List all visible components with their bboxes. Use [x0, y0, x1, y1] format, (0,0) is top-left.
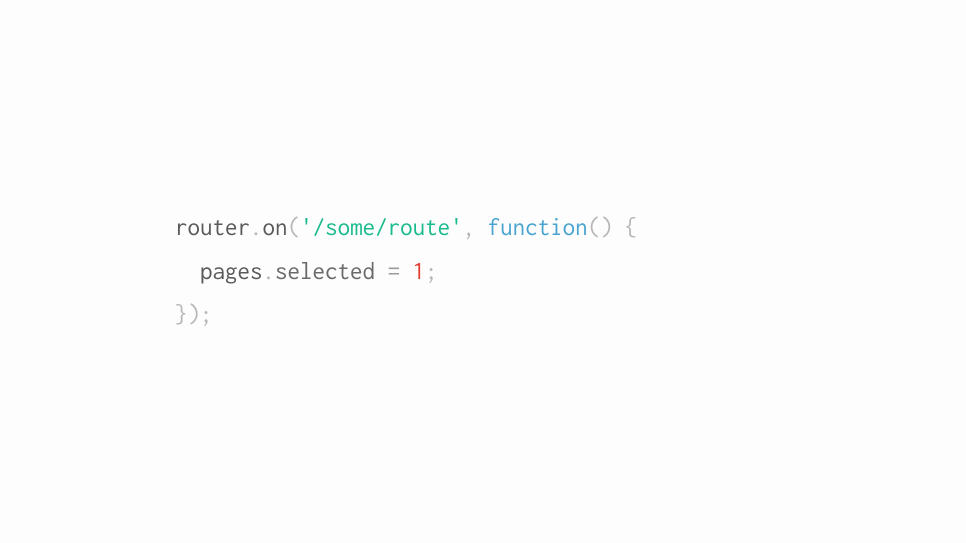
token-object: router: [175, 214, 250, 240]
code-line-3: });: [175, 301, 213, 327]
token-close: });: [175, 301, 213, 327]
token-keyword: function: [488, 214, 588, 240]
token-brace: {: [613, 214, 638, 240]
code-line-2: pages.selected = 1;: [175, 258, 438, 284]
token-equals: =: [375, 258, 413, 284]
token-open-paren: (: [288, 214, 301, 240]
token-object: pages: [200, 258, 263, 284]
token-semicolon: ;: [425, 258, 438, 284]
token-property: selected: [275, 258, 375, 284]
code-snippet: router.on('/some/route', function() { pa…: [175, 206, 638, 337]
token-method: on: [263, 214, 288, 240]
token-dot: .: [250, 214, 263, 240]
token-indent: [175, 258, 200, 284]
code-line-1: router.on('/some/route', function() {: [175, 214, 638, 240]
token-comma: ,: [463, 214, 488, 240]
token-number: 1: [413, 258, 426, 284]
token-parens: (): [588, 214, 613, 240]
token-dot: .: [263, 258, 276, 284]
token-string: '/some/route': [300, 214, 463, 240]
